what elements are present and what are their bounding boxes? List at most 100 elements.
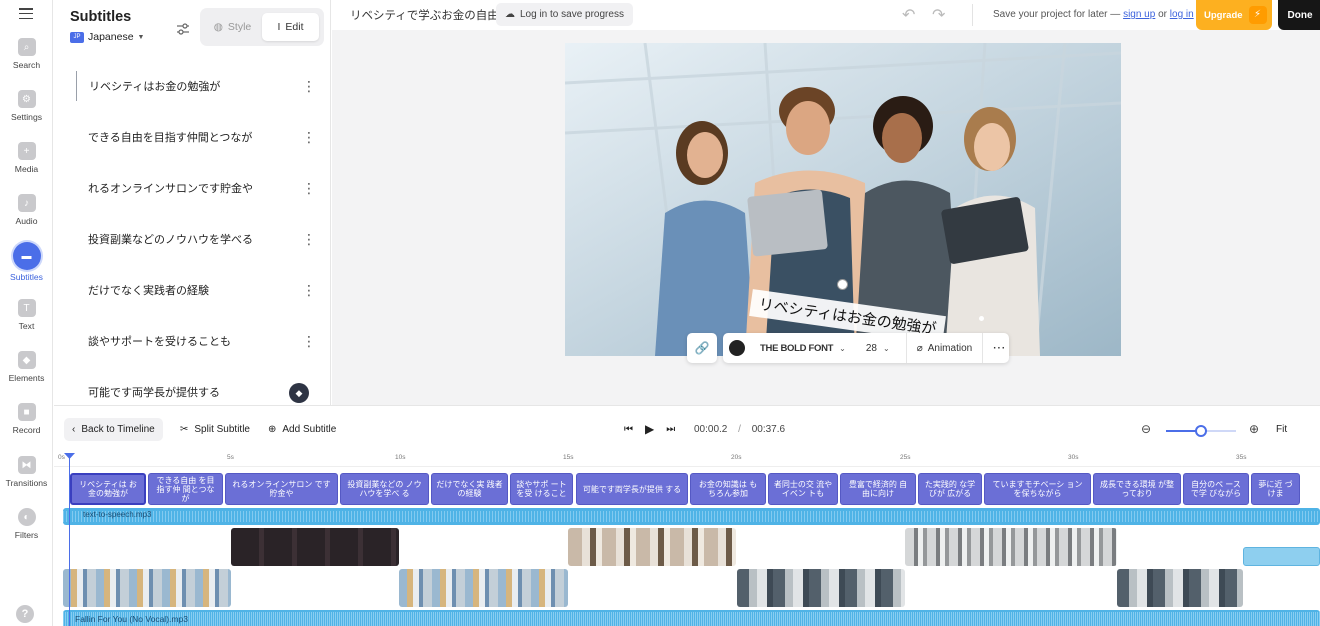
login-to-save-button[interactable]: ☁ Log in to save progress <box>496 3 633 26</box>
subtitle-text[interactable]: 投資副業などのノウハウを学べる <box>76 231 253 247</box>
subtitle-clip[interactable]: ていますモチベーシ ョンを保ちながら <box>984 473 1091 505</box>
more-horizontal-icon[interactable]: ··· <box>993 343 1006 354</box>
settings-sliders-icon[interactable] <box>176 22 190 36</box>
tts-audio-track[interactable]: text-to-speech.mp3 <box>63 508 1320 525</box>
subtitle-clip[interactable]: た実践的 な学びが 広がる <box>918 473 982 505</box>
link-icon[interactable]: 🔗 <box>687 333 717 363</box>
help-icon[interactable]: ? <box>16 605 34 623</box>
video-clip[interactable] <box>737 569 905 607</box>
timeline-ruler[interactable]: 0s 5s 10s 15s 20s 25s 30s 35s <box>54 453 1320 467</box>
tab-edit[interactable]: Ι Edit <box>262 13 319 41</box>
video-clip[interactable] <box>568 528 736 566</box>
log-in-link[interactable]: log in <box>1170 9 1194 20</box>
subtitle-text[interactable]: だけでなく実践者の経験 <box>76 282 209 298</box>
subtitle-clip[interactable]: 自分のペ ースで学 びながら <box>1183 473 1249 505</box>
playhead[interactable] <box>69 453 70 626</box>
zoom-out-icon[interactable]: ⊖ <box>1141 422 1151 436</box>
subtitle-clip[interactable]: 成長できる環境 が整っており <box>1093 473 1181 505</box>
animation-button[interactable]: ⌀ Animation <box>917 343 973 354</box>
video-preview[interactable]: リベシティはお金の勉強が <box>565 43 1121 356</box>
assistant-badge-icon[interactable]: ◆ <box>289 383 309 403</box>
rail-item-text[interactable]: T Text <box>0 299 53 331</box>
play-icon[interactable]: ▶ <box>645 422 654 436</box>
music-audio-track[interactable]: Fallin For You (No Vocal).mp3 <box>63 610 1320 626</box>
tab-style[interactable]: ◍ Style <box>204 13 261 41</box>
timeline[interactable]: 0s 5s 10s 15s 20s 25s 30s 35s リベシティは お金の… <box>54 453 1320 626</box>
subtitle-row[interactable]: リベシティはお金の勉強が ⋮ <box>76 71 316 101</box>
project-title[interactable]: リベシティで学ぶお金の自由 <box>350 7 499 23</box>
subtitle-clip[interactable]: 者同士の交 流やイベン トも <box>768 473 838 505</box>
subtitle-text[interactable]: できる自由を目指す仲間とつなが <box>76 129 252 145</box>
fast-forward-icon[interactable]: ⏭ <box>666 424 675 435</box>
more-vertical-icon[interactable]: ⋮ <box>302 334 316 348</box>
language-select[interactable]: JP Japanese ▼ <box>70 31 144 43</box>
subtitle-clip[interactable]: だけでなく実 践者の経験 <box>431 473 508 505</box>
subtitle-row[interactable]: 投資副業などのノウハウを学べる ⋮ <box>76 224 316 254</box>
subtitle-clip[interactable]: お金の知識は もちろん参加 <box>690 473 766 505</box>
time-separator: / <box>738 424 741 435</box>
rail-item-filters[interactable]: ◐ Filters <box>0 508 53 540</box>
subtitle-clip[interactable]: 夢に近 づけま <box>1251 473 1300 505</box>
subtitle-row[interactable]: 談やサポートを受けることも ⋮ <box>76 326 316 356</box>
undo-icon[interactable]: ↶ <box>902 5 915 25</box>
subtitle-clip[interactable]: 豊富で経済的 自由に向け <box>840 473 916 505</box>
more-vertical-icon[interactable]: ⋮ <box>302 79 316 93</box>
chevron-down-icon[interactable]: ⌄ <box>839 344 846 353</box>
add-subtitle-button[interactable]: ⊕ Add Subtitle <box>260 418 344 441</box>
video-clip[interactable] <box>399 569 568 607</box>
zoom-slider-handle[interactable] <box>1195 425 1207 437</box>
subtitle-text[interactable]: れるオンラインサロンです貯金や <box>76 180 253 196</box>
rail-item-transitions[interactable]: ⧓ Transitions <box>0 456 53 488</box>
chevron-down-icon[interactable]: ⌄ <box>883 344 890 353</box>
rail-item-audio[interactable]: ♪ Audio <box>0 194 53 226</box>
subtitle-row[interactable]: 可能です両学長が提供する <box>76 377 316 407</box>
subtitle-row[interactable]: れるオンラインサロンです貯金や ⋮ <box>76 173 316 203</box>
rail-item-media[interactable]: + Media <box>0 142 53 174</box>
subtitle-clip[interactable]: 投資副業などの ノウハウを学べ る <box>340 473 429 505</box>
subtitle-row[interactable]: できる自由を目指す仲間とつなが ⋮ <box>76 122 316 152</box>
video-clip[interactable] <box>1117 569 1243 607</box>
video-clip[interactable] <box>905 528 1117 566</box>
text-color-swatch[interactable] <box>729 340 745 356</box>
zoom-in-icon[interactable]: ⊕ <box>1249 422 1259 436</box>
rail-item-elements[interactable]: ◆ Elements <box>0 351 53 383</box>
hamburger-menu-icon[interactable] <box>19 8 33 20</box>
subtitle-row[interactable]: だけでなく実践者の経験 ⋮ <box>76 275 316 305</box>
more-vertical-icon[interactable]: ⋮ <box>302 283 316 297</box>
more-vertical-icon[interactable]: ⋮ <box>302 181 316 195</box>
split-subtitle-button[interactable]: ✂ Split Subtitle <box>172 418 258 441</box>
video-clip[interactable] <box>231 528 399 566</box>
back-to-timeline-button[interactable]: ‹ Back to Timeline <box>64 418 163 441</box>
subtitle-text[interactable]: 談やサポートを受けることも <box>76 333 231 349</box>
canvas-stage: リベシティはお金の勉強が 🔗 THE BOLD FONT ⌄ 28 ⌄ ⌀ An… <box>332 30 1320 405</box>
font-select[interactable]: THE BOLD FONT <box>760 343 833 354</box>
resize-handle[interactable] <box>979 316 984 321</box>
rail-item-settings[interactable]: ⚙ Settings <box>0 90 53 122</box>
rewind-icon[interactable]: ⏮ <box>624 424 633 435</box>
subtitle-text[interactable]: 可能です両学長が提供する <box>76 384 220 400</box>
subtitle-clip[interactable]: れるオンラインサロン です貯金や <box>225 473 338 505</box>
video-clip[interactable] <box>1243 547 1320 566</box>
subtitle-clip[interactable]: リベシティは お金の勉強が <box>70 473 146 505</box>
rotate-handle-icon[interactable] <box>837 279 848 290</box>
upgrade-button[interactable]: Upgrade ⚡ <box>1196 0 1272 30</box>
redo-icon[interactable]: ↷ <box>932 5 945 25</box>
record-icon: ■ <box>17 403 36 421</box>
rail-item-subtitles[interactable]: ▬ Subtitles <box>0 242 53 282</box>
subtitle-text[interactable]: リベシティはお金の勉強が <box>77 78 220 94</box>
rail-item-record[interactable]: ■ Record <box>0 403 53 435</box>
more-vertical-icon[interactable]: ⋮ <box>302 130 316 144</box>
rail-item-label: Subtitles <box>10 272 43 282</box>
playback-controls: ⏮ ▶ ⏭ <box>624 422 675 436</box>
video-clip[interactable] <box>63 569 231 607</box>
fit-button[interactable]: Fit <box>1276 424 1287 435</box>
font-size-select[interactable]: 28 <box>866 343 877 354</box>
rail-item-search[interactable]: ⌕ Search <box>0 38 53 70</box>
subtitle-clip[interactable]: できる自由 を目指す仲 間とつなが <box>148 473 223 505</box>
upgrade-label: Upgrade <box>1204 9 1243 21</box>
subtitle-clip[interactable]: 談やサポ ートを受 けること <box>510 473 573 505</box>
sign-up-link[interactable]: sign up <box>1123 9 1155 20</box>
subtitle-clip[interactable]: 可能です両学長が提供 する <box>576 473 688 505</box>
done-button[interactable]: Done <box>1278 0 1320 30</box>
more-vertical-icon[interactable]: ⋮ <box>302 232 316 246</box>
